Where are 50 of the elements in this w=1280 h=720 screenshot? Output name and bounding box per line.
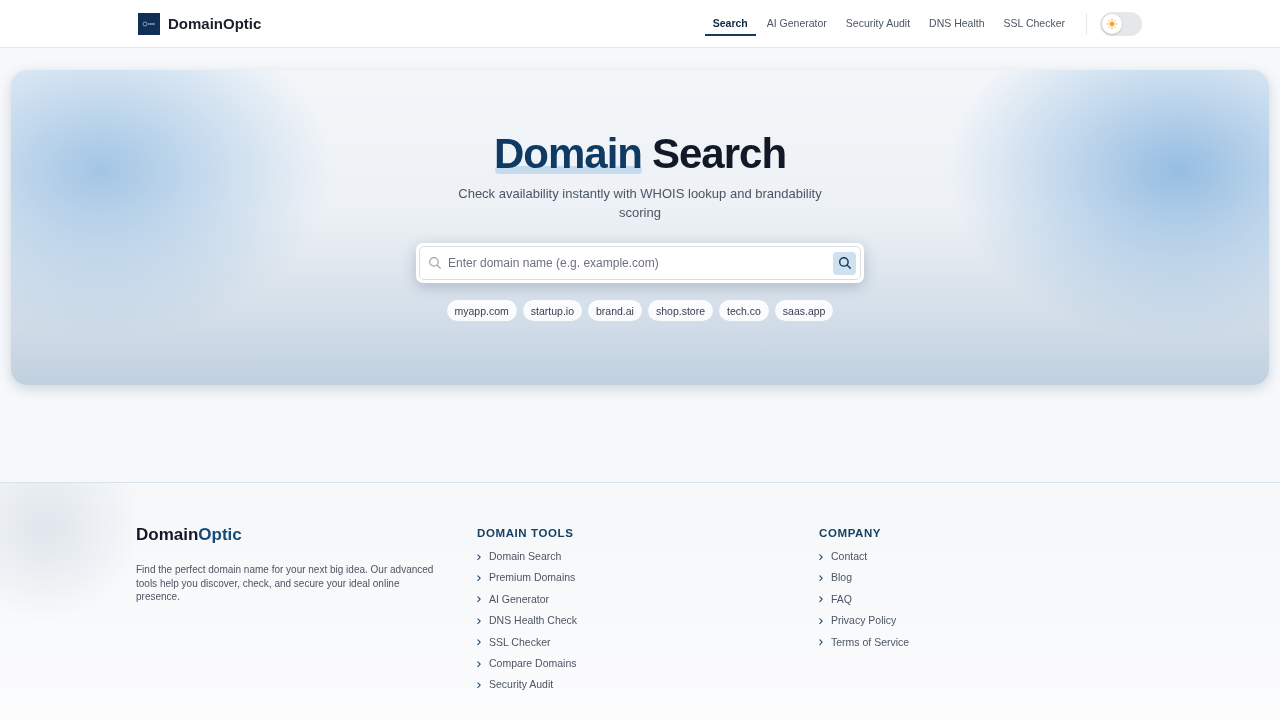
footer-link[interactable]: Compare Domains (477, 653, 577, 675)
footer-heading: DOMAIN TOOLS (477, 526, 575, 541)
footer-link[interactable]: FAQ (819, 588, 852, 611)
footer-link[interactable]: Premium Domains (477, 567, 576, 589)
chevron-right-icon (477, 574, 481, 582)
footer-heading: COMPANY (819, 526, 883, 541)
subtitle: Check availability instantly with WHOIS lookup and brandability scoring (457, 185, 823, 222)
chevron-right-icon (477, 681, 481, 689)
suggestion-chip[interactable]: startup.io (522, 300, 582, 321)
footer-brand: DomainOptic (136, 525, 243, 545)
chevron-right-icon (819, 617, 823, 625)
search-icon (429, 257, 441, 269)
nav-tab[interactable]: DNS Health (921, 11, 993, 36)
chevron-right-icon (477, 639, 481, 646)
search-button[interactable] (833, 251, 856, 275)
chevron-right-icon (477, 553, 481, 560)
sun-icon (1102, 13, 1122, 34)
suggestion-chip[interactable]: myapp.com (446, 300, 517, 321)
chevron-right-icon (819, 639, 823, 646)
brand-name[interactable]: DomainOptic (168, 15, 262, 32)
footer-description: Find the perfect domain name for your next big idea. Our advanced tools help you discover, check, and secure your ideal online presence. (136, 563, 435, 604)
chevron-right-icon (819, 574, 823, 582)
nav-tab[interactable]: AI Generator (758, 11, 835, 36)
logo-icon (138, 12, 160, 35)
search-field[interactable]: Enter domain name (e.g. example.com) (419, 246, 861, 280)
chevron-right-icon (477, 660, 481, 667)
nav-tab[interactable]: SSL Checker (995, 11, 1073, 36)
chevron-right-icon (477, 596, 481, 603)
page-title: Domain Search (493, 130, 787, 178)
nav-tab[interactable]: Search (704, 11, 756, 36)
footer-link[interactable]: DNS Health Check (477, 610, 578, 632)
footer-link[interactable]: AI Generator (477, 588, 550, 611)
footer-link[interactable]: Security Audit (477, 674, 554, 696)
footer-link[interactable]: Domain Search (477, 546, 562, 568)
suggestion-chip[interactable]: tech.co (719, 300, 769, 321)
footer-link[interactable]: SSL Checker (477, 631, 551, 654)
theme-toggle[interactable] (1100, 11, 1142, 36)
chevron-right-icon (819, 553, 823, 560)
suggestion-chip[interactable]: saas.app (774, 300, 834, 321)
suggestion-chip[interactable]: brand.ai (588, 300, 642, 321)
nav-tab[interactable]: Security Audit (837, 11, 919, 36)
footer-link[interactable]: Privacy Policy (819, 610, 897, 632)
footer-link[interactable]: Blog (819, 567, 852, 589)
search-icon (838, 257, 851, 269)
chevron-right-icon (819, 596, 823, 603)
footer-link[interactable]: Contact (819, 546, 868, 568)
chevron-right-icon (477, 617, 481, 625)
suggestion-chip[interactable]: shop.store (647, 300, 713, 321)
footer-link[interactable]: Terms of Service (819, 631, 910, 654)
search-input[interactable]: Enter domain name (e.g. example.com) (448, 254, 826, 272)
